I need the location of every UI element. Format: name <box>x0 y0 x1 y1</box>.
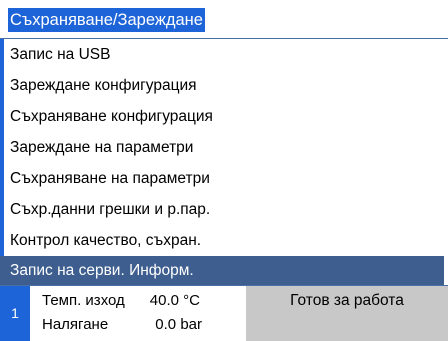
device-screen: Съхраняване/Зареждане Запис на USB Зареж… <box>0 0 448 341</box>
machine-state-text: Готов за работа <box>246 286 448 341</box>
menu-item-service-info[interactable]: Запис на серви. Информ. <box>0 256 444 285</box>
menu-item-load-params[interactable]: Зареждане на параметри <box>0 132 444 163</box>
status-values-panel: Темп. изход 40.0 °C Налягане 0.0 bar <box>30 286 250 341</box>
menu-item-usb-record[interactable]: Запис на USB <box>0 39 444 70</box>
menu-item-save-params[interactable]: Съхраняване на параметри <box>0 163 444 194</box>
temperature-label: Темп. изход <box>42 292 125 309</box>
menu-item-quality-control[interactable]: Контрол качество, съхран. <box>0 225 444 256</box>
menu-list: Запис на USB Зареждане конфигурация Съхр… <box>0 38 448 286</box>
status-bar: 1 Темп. изход 40.0 °C Налягане 0.0 bar Г… <box>0 286 448 341</box>
pressure-label: Налягане <box>42 316 109 333</box>
temperature-value: 40.0 °C <box>149 292 200 309</box>
status-row-temperature: Темп. изход 40.0 °C <box>42 292 238 312</box>
menu-item-save-error-data[interactable]: Съхр.данни грешки и р.пар. <box>0 194 444 225</box>
menu-item-save-config[interactable]: Съхраняване конфигурация <box>0 101 444 132</box>
menu-item-load-config[interactable]: Зареждане конфигурация <box>0 70 444 101</box>
screen-title: Съхраняване/Зареждане <box>8 8 205 32</box>
pressure-value: 0.0 bar <box>155 316 202 333</box>
title-bar: Съхраняване/Зареждане <box>0 0 448 38</box>
status-row-pressure: Налягане 0.0 bar <box>42 316 238 336</box>
status-index-badge: 1 <box>0 286 30 341</box>
